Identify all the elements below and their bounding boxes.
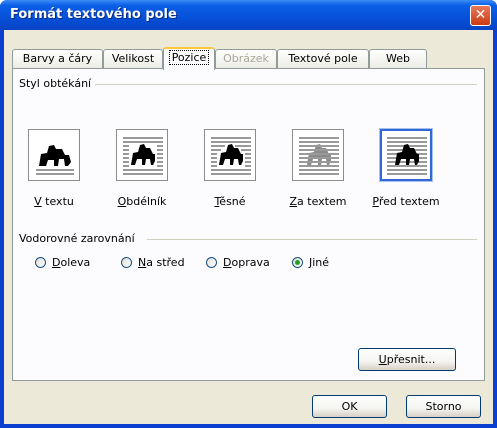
tab-label: Textové pole	[288, 52, 358, 65]
tab-label: Pozice	[168, 50, 210, 65]
wrap-option-label: V textu	[34, 195, 74, 208]
dialog-window: Formát textového pole ✕ Barvy a čáry Vel…	[0, 0, 497, 428]
close-icon: ✕	[474, 7, 487, 23]
title-bar[interactable]: Formát textového pole ✕	[0, 0, 497, 30]
horizontal-alignment-options: Doleva Na střed Doprava Jiné	[13, 256, 484, 272]
dialog-client-area: Barvy a čáry Velikost Pozice Obrázek Tex…	[4, 30, 493, 424]
wrap-option-label: Těsné	[214, 195, 246, 208]
horizontal-alignment-label: Vodorovné zarovnání	[19, 232, 139, 245]
wrap-option-behind[interactable]: Za textem	[283, 129, 353, 208]
square-wrap-icon[interactable]	[116, 129, 168, 181]
radio-button[interactable]	[35, 257, 46, 268]
group-divider	[95, 84, 477, 85]
wrap-option-square[interactable]: Obdélník	[107, 129, 177, 208]
tab-label: Velikost	[111, 52, 155, 65]
radio-button[interactable]	[121, 257, 132, 268]
tab-picture: Obrázek	[215, 49, 277, 69]
in-front-of-text-icon[interactable]	[379, 128, 433, 182]
radio-other[interactable]: Jiné	[292, 256, 329, 269]
tight-wrap-icon[interactable]	[204, 129, 256, 181]
radio-center[interactable]: Na střed	[121, 256, 185, 269]
tab-size[interactable]: Velikost	[103, 49, 163, 69]
radio-button[interactable]	[206, 257, 217, 268]
tab-label: Web	[386, 52, 410, 65]
wrap-option-in-front[interactable]: Před textem	[371, 128, 441, 208]
tab-label: Obrázek	[223, 52, 269, 65]
behind-text-icon[interactable]	[292, 129, 344, 181]
wrap-option-label: Před textem	[372, 195, 440, 208]
cancel-button[interactable]: Storno	[406, 395, 481, 418]
tab-text-box[interactable]: Textové pole	[277, 49, 369, 69]
wrapping-style-label: Styl obtékání	[19, 77, 96, 90]
tab-web[interactable]: Web	[369, 49, 427, 69]
wrap-option-tight[interactable]: Těsné	[195, 129, 265, 208]
inline-with-text-icon[interactable]	[28, 129, 80, 181]
ok-button[interactable]: OK	[312, 395, 387, 418]
tab-colors-lines[interactable]: Barvy a čáry	[12, 49, 103, 69]
group-divider	[147, 239, 477, 240]
dialog-title: Formát textového pole	[10, 7, 177, 22]
tab-label: Barvy a čáry	[22, 52, 93, 65]
wrap-option-label: Za textem	[289, 195, 347, 208]
tab-position[interactable]: Pozice	[163, 47, 215, 70]
radio-left[interactable]: Doleva	[35, 256, 90, 269]
close-button[interactable]: ✕	[470, 5, 491, 26]
radio-button[interactable]	[292, 257, 303, 268]
wrap-option-label: Obdélník	[117, 195, 167, 208]
wrap-option-inline[interactable]: V textu	[19, 129, 89, 208]
position-tab-panel: Styl obtékání V textu Obdélník Těsné Za …	[12, 68, 485, 381]
advanced-button[interactable]: Upřesnit...	[358, 348, 456, 371]
radio-right[interactable]: Doprava	[206, 256, 270, 269]
